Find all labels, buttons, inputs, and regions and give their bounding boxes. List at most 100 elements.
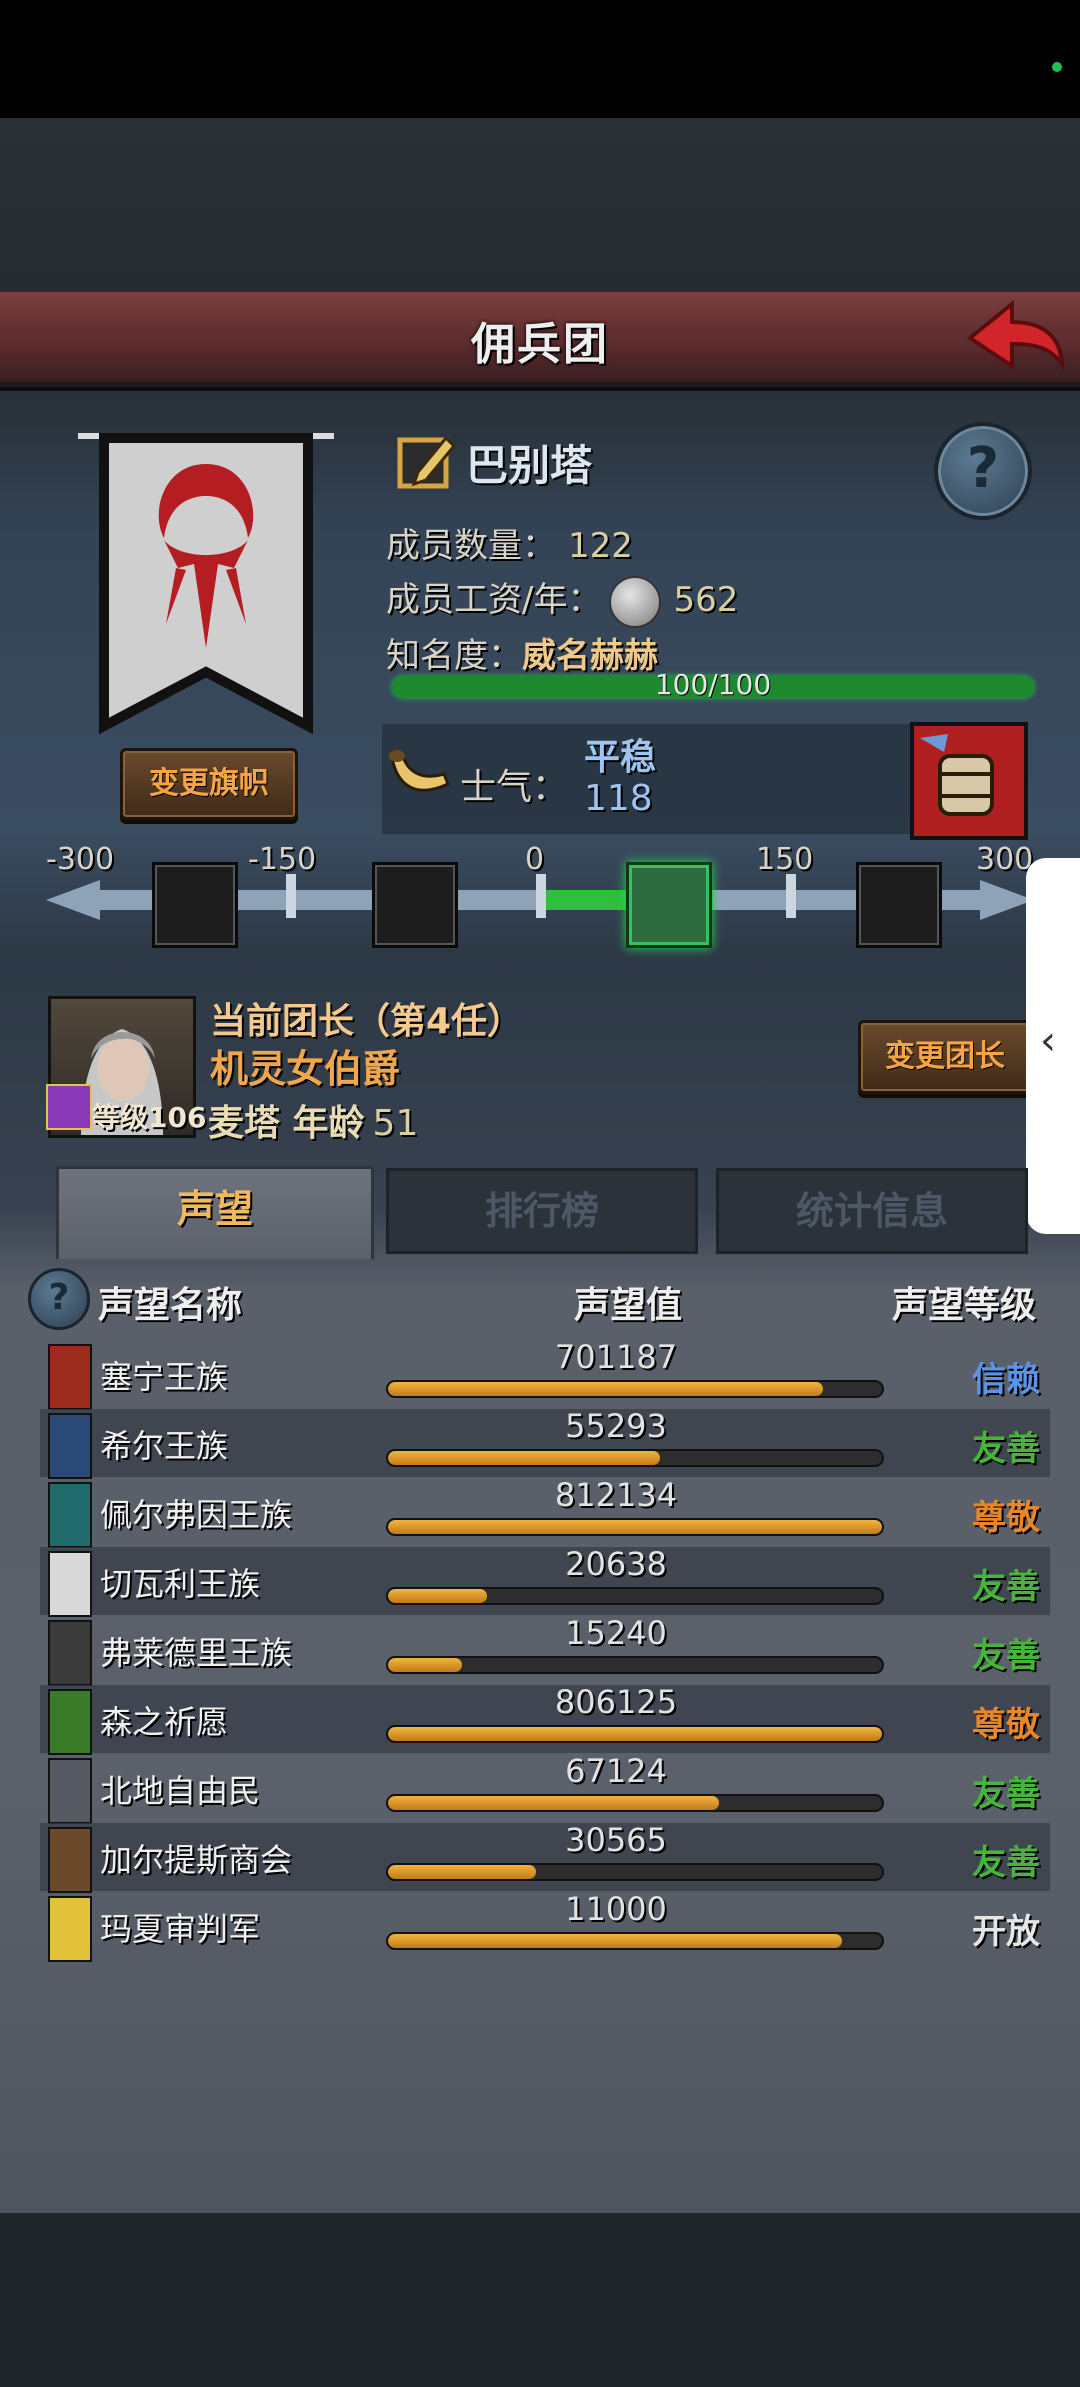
morale-tick-label: -300: [46, 842, 115, 877]
leader-race-age-label: 麦塔 年龄: [208, 1103, 365, 1144]
faction-name: 北地自由民: [100, 1772, 261, 1810]
faction-crest-icon: [48, 1620, 92, 1686]
edit-name-icon[interactable]: [396, 430, 458, 492]
table-row[interactable]: 切瓦利王族 20638 友善: [40, 1545, 1050, 1617]
change-flag-button[interactable]: 变更旗帜: [120, 748, 298, 820]
reputation-bar: [386, 1518, 884, 1536]
reputation-bar: [386, 1932, 884, 1950]
leader-age-value: 51: [372, 1103, 419, 1144]
barrel-icon-graphic: [920, 734, 994, 816]
header-reputation-name: 声望名称: [98, 1285, 243, 1326]
faction-name: 弗莱德里王族: [100, 1634, 293, 1672]
morale-level-icon-unhappy[interactable]: [372, 862, 458, 948]
table-row[interactable]: 弗莱德里王族 15240 友善: [40, 1614, 1050, 1686]
morale-tick-label: 150: [756, 842, 814, 877]
reputation-bar-fill: [388, 1451, 660, 1465]
faction-name: 塞宁王族: [100, 1358, 229, 1396]
reputation-value: 11000: [565, 1890, 667, 1928]
faction-name: 加尔提斯商会: [100, 1841, 293, 1879]
morale-level-icon-zealous[interactable]: [856, 862, 942, 948]
morale-label: 士气：: [460, 767, 569, 808]
morale-level-icon-stable[interactable]: [626, 862, 712, 948]
faction-name: 森之祈愿: [100, 1703, 229, 1741]
leader-title: 当前团长（第4任）: [210, 1001, 524, 1042]
faction-crest-icon: [48, 1551, 92, 1617]
side-drawer-handle[interactable]: ‹: [1026, 858, 1080, 1234]
reputation-value: 701187: [554, 1338, 678, 1376]
reputation-help-icon[interactable]: ?: [28, 1268, 90, 1330]
reputation-level: 尊敬: [972, 1498, 1040, 1538]
barrel-icon[interactable]: [910, 722, 1028, 840]
tab-reputation[interactable]: 声望: [56, 1166, 374, 1259]
page-title: 佣兵团: [471, 319, 609, 370]
wage-value: 562: [673, 580, 739, 620]
reputation-bar: [386, 1725, 884, 1743]
reputation-bar-fill: [388, 1865, 537, 1879]
faction-crest-icon: [48, 1758, 92, 1824]
table-row[interactable]: 塞宁王族 701187 信赖: [40, 1338, 1050, 1410]
bottom-bar: [0, 2213, 1080, 2387]
faction-name: 佩尔弗因王族: [100, 1496, 293, 1534]
change-leader-button[interactable]: 变更团长: [858, 1020, 1032, 1094]
reputation-value: 806125: [554, 1683, 678, 1721]
wage-row: 成员工资/年： 562: [386, 572, 738, 628]
reputation-level: 尊敬: [972, 1705, 1040, 1745]
reputation-level: 信赖: [972, 1360, 1040, 1400]
reputation-bar: [386, 1656, 884, 1674]
reputation-value: 55293: [565, 1407, 667, 1445]
reputation-bar: [386, 1449, 884, 1467]
title-banner: 佣兵团: [0, 292, 1080, 387]
members-value: 122: [568, 526, 633, 566]
reputation-level: 友善: [972, 1567, 1040, 1607]
reputation-bar-fill: [388, 1382, 823, 1396]
leader-race-age: 麦塔 年龄 51: [208, 1094, 418, 1146]
table-row[interactable]: 玛夏审判军 11000 开放: [40, 1890, 1050, 1962]
reputation-bar-fill: [388, 1934, 843, 1948]
faction-crest-icon: [48, 1344, 92, 1410]
reputation-value: 67124: [565, 1752, 667, 1790]
reputation-bar: [386, 1587, 884, 1605]
table-row[interactable]: 加尔提斯商会 30565 友善: [40, 1821, 1050, 1893]
reputation-bar-fill: [388, 1727, 882, 1741]
reputation-level: 友善: [972, 1774, 1040, 1814]
table-row[interactable]: 佩尔弗因王族 812134 尊敬: [40, 1476, 1050, 1548]
company-flag: [78, 433, 334, 735]
reputation-bar: [386, 1794, 884, 1812]
morale-tick-label: 300: [976, 842, 1034, 877]
reputation-value: 15240: [565, 1614, 667, 1652]
header-reputation-value: 声望值: [574, 1285, 683, 1326]
table-row[interactable]: 森之祈愿 806125 尊敬: [40, 1683, 1050, 1755]
silver-coin-icon: [609, 575, 662, 628]
reputation-value: 30565: [565, 1821, 667, 1859]
reputation-value: 812134: [554, 1476, 678, 1514]
members-row: 成员数量： 122: [386, 518, 633, 567]
reputation-bar: [386, 1380, 884, 1398]
reputation-level: 友善: [972, 1429, 1040, 1469]
reputation-level: 友善: [972, 1636, 1040, 1676]
reputation-bar-fill: [388, 1520, 882, 1534]
members-label: 成员数量：: [386, 526, 556, 566]
chevron-left-icon: ‹: [1040, 1018, 1056, 1064]
morale-level-icon-rebellious[interactable]: [152, 862, 238, 948]
table-row[interactable]: 希尔王族 55293 友善: [40, 1407, 1050, 1479]
status-bar: [0, 0, 1080, 118]
help-icon[interactable]: ?: [934, 422, 1032, 520]
reputation-bar-fill: [388, 1589, 487, 1603]
back-arrow-icon[interactable]: [966, 298, 1066, 378]
header-reputation-level: 声望等级: [892, 1285, 1037, 1326]
reputation-level: 开放: [972, 1912, 1040, 1952]
faction-name: 玛夏审判军: [100, 1910, 261, 1948]
morale-state: 平稳: [584, 737, 657, 778]
company-name: 巴别塔: [466, 441, 593, 490]
faction-crest-icon: [48, 1482, 92, 1548]
leader-class-icon: [46, 1084, 92, 1130]
horn-icon: [389, 750, 450, 792]
faction-name: 切瓦利王族: [100, 1565, 261, 1603]
fame-progress-text: 100/100: [654, 668, 772, 701]
morale-tick-label: -150: [248, 842, 317, 877]
table-row[interactable]: 北地自由民 67124 友善: [40, 1752, 1050, 1824]
leader-level: 等级106: [92, 1101, 207, 1134]
tab-statistics[interactable]: 统计信息: [716, 1168, 1028, 1254]
status-indicator-dot: [1052, 62, 1062, 72]
tab-leaderboard[interactable]: 排行榜: [386, 1168, 698, 1254]
